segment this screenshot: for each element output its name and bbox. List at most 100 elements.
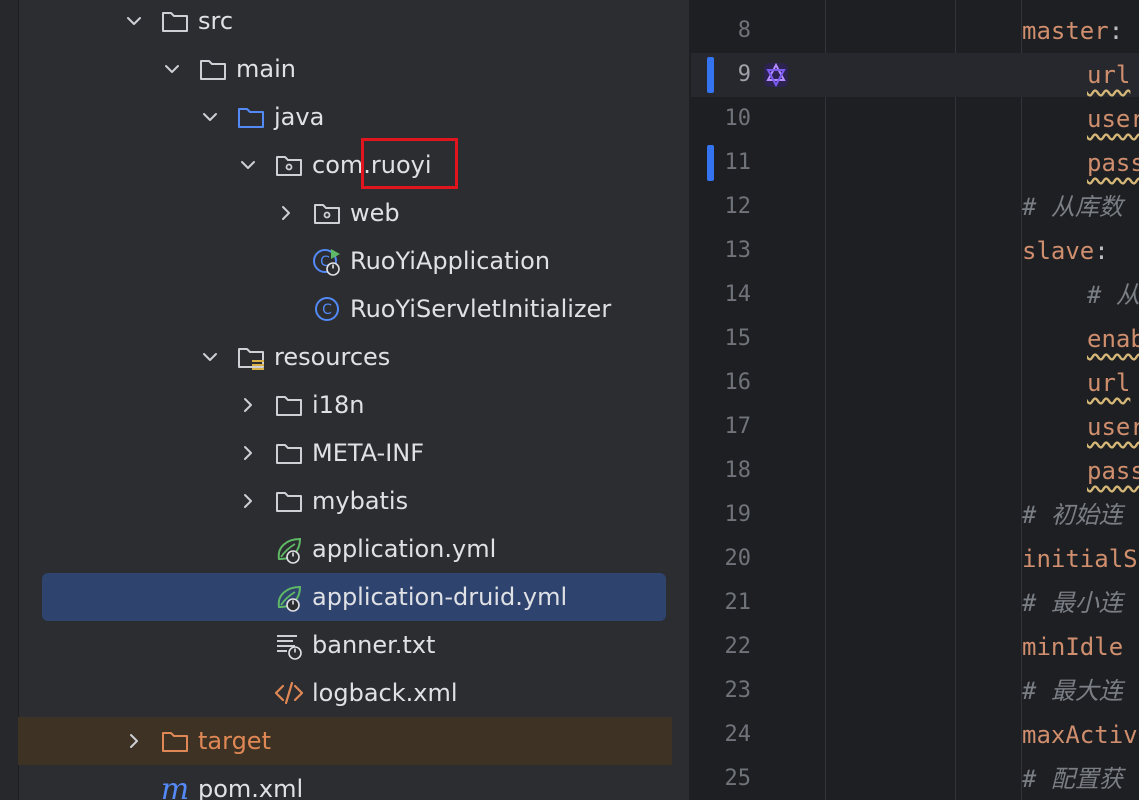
line-number: 16 [724,370,752,395]
code-line[interactable]: 14 # 从 [691,273,1139,317]
folder-icon [197,53,229,85]
code-text: # 从库数 [1022,185,1123,229]
code-text: # 初始连 [1022,493,1123,537]
tree-item-application-druid-yml[interactable]: application-druid.yml [0,573,689,621]
chevron-right-icon[interactable] [238,491,258,511]
code-text: slave: [1022,229,1109,273]
chevron-down-icon[interactable] [124,11,144,31]
code-editor[interactable]: 8 master: 9 url 10 user 11 pass 12 # 从库数 13 slave: 1… [691,0,1139,800]
tree-item-meta-inf[interactable]: META-INF [0,429,689,477]
tree-item-pom-xml[interactable]: m pom.xml [0,765,689,800]
line-number: 18 [724,458,752,483]
project-tree-panel: src main java com.ruoyi web C RuoYiApplication… [0,0,689,800]
tree-item-label: application-druid.yml [312,583,568,611]
tree-item-label: RuoYiApplication [350,247,551,275]
code-line[interactable]: 8 master: [691,9,1139,53]
line-number: 23 [724,678,752,703]
tree-item-main[interactable]: main [0,45,689,93]
excluded-folder-icon [159,725,191,757]
code-line[interactable]: 17 user [691,405,1139,449]
code-line[interactable]: 25 # 配置获 [691,757,1139,800]
tree-item-resources[interactable]: resources [0,333,689,381]
code-token: url [1087,61,1131,89]
annotation-highlight-box [361,138,458,189]
tree-item-ruoyiapplication[interactable]: C RuoYiApplication [0,237,689,285]
tree-scrollbar-track[interactable] [672,0,689,800]
resources-folder-icon [235,341,267,373]
tree-item-label: banner.txt [312,631,436,659]
tree-item-label: META-INF [312,439,425,467]
code-text: # 从 [1087,273,1139,317]
tree-item-application-yml[interactable]: application.yml [0,525,689,573]
line-number: 11 [724,150,752,175]
chevron-right-icon[interactable] [276,203,296,223]
code-text: enab [1087,317,1139,361]
code-line[interactable]: 22 minIdle [691,625,1139,669]
tree-item-banner-txt[interactable]: banner.txt [0,621,689,669]
code-token: : [1108,17,1124,45]
tree-item-com-ruoyi[interactable]: com.ruoyi [0,141,689,189]
line-number: 20 [724,546,752,571]
code-line[interactable]: 11 pass [691,141,1139,185]
tree-item-src[interactable]: src [0,0,689,45]
tree-item-logback-xml[interactable]: logback.xml [0,669,689,717]
tree-item-label: target [198,727,271,755]
code-token: initialS [1022,545,1138,573]
code-line[interactable]: 19 # 初始连 [691,493,1139,537]
chevron-down-icon[interactable] [238,155,258,175]
line-number: 22 [724,634,752,659]
code-token: pass [1087,149,1139,177]
code-line[interactable]: 18 pass [691,449,1139,493]
tree-item-i18n[interactable]: i18n [0,381,689,429]
chevron-down-icon[interactable] [200,347,220,367]
chevron-down-icon[interactable] [200,107,220,127]
code-text: url [1087,53,1130,97]
code-token: slave [1022,237,1095,265]
line-number: 12 [724,194,752,219]
code-text: maxActiv [1022,713,1138,757]
line-number: 9 [737,62,751,87]
folder-icon [273,485,305,517]
tree-item-label: src [198,7,234,35]
tree-item-target[interactable]: target [18,717,689,765]
maven-icon: m [159,772,191,800]
line-number: 25 [724,766,752,791]
spring-yaml-icon [273,533,305,565]
tree-item-web[interactable]: web [0,189,689,237]
line-number: 13 [724,238,752,263]
code-line[interactable]: 13 slave: [691,229,1139,273]
code-line[interactable]: 15 enab [691,317,1139,361]
code-line[interactable]: 20 initialS [691,537,1139,581]
code-line[interactable]: 12 # 从库数 [691,185,1139,229]
chevron-right-icon[interactable] [124,731,144,751]
tree-item-ruoyiservletinitializer[interactable]: C RuoYiServletInitializer [0,285,689,333]
code-line[interactable]: 23 # 最大连 [691,669,1139,713]
code-token: # 初始连 [1022,501,1123,529]
code-line[interactable]: 10 user [691,97,1139,141]
line-number: 10 [724,106,752,131]
chevron-down-icon[interactable] [162,59,182,79]
code-token: # 从 [1087,281,1139,309]
chevron-right-icon[interactable] [238,395,258,415]
folder-icon [159,5,191,37]
ai-assistant-icon[interactable] [763,62,789,88]
chevron-right-icon[interactable] [238,443,258,463]
code-line[interactable]: 9 url [691,53,1139,97]
tree-item-java[interactable]: java [0,93,689,141]
tree-item-label: pom.xml [198,775,304,800]
code-text: initialS [1022,537,1138,581]
code-line[interactable]: 21 # 最小连 [691,581,1139,625]
code-token: master [1022,17,1109,45]
code-token: user [1087,413,1139,441]
code-text: pass [1087,449,1139,493]
tree-item-label: resources [274,343,391,371]
line-number: 19 [724,502,752,527]
tree-item-mybatis[interactable]: mybatis [0,477,689,525]
code-token: url [1087,369,1131,397]
line-number: 17 [724,414,752,439]
code-line[interactable]: 16 url [691,361,1139,405]
code-token: maxActiv [1022,721,1138,749]
tree-item-label: mybatis [312,487,409,515]
code-line[interactable]: 24 maxActiv [691,713,1139,757]
code-token: enab [1087,325,1139,353]
